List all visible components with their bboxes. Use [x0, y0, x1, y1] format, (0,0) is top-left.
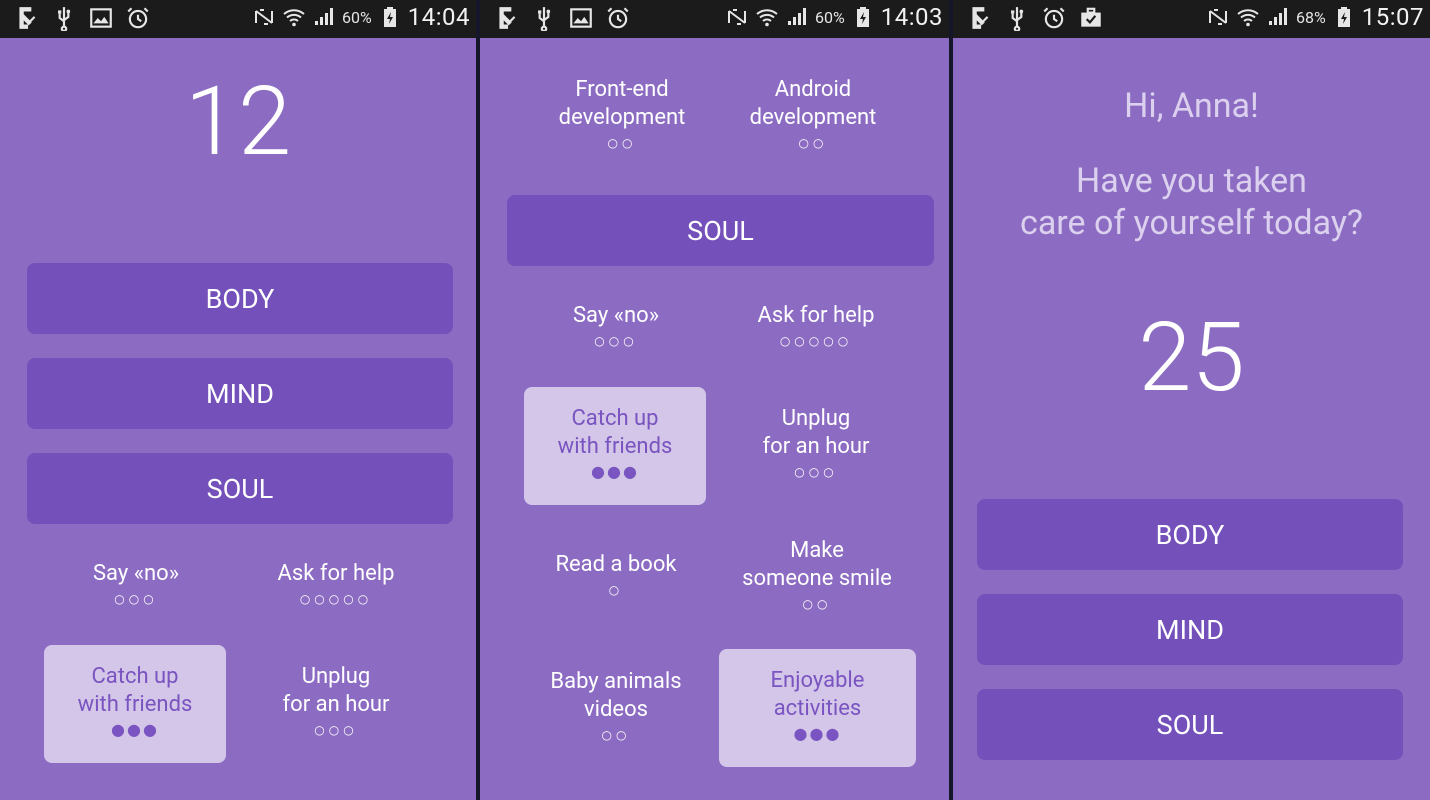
task-rating-dots: ●●● [111, 720, 159, 739]
task-label: Make someone smile [742, 538, 892, 591]
task-say-no[interactable]: Say «no» ○○○ [516, 302, 716, 350]
clock: 14:04 [407, 3, 470, 31]
task-ask-for-help[interactable]: Ask for help ○○○○○ [716, 302, 916, 350]
usb-icon [531, 5, 557, 31]
soul-button[interactable]: SOUL [507, 195, 934, 266]
soul-button[interactable]: SOUL [977, 689, 1403, 760]
task-label: Say «no» [572, 303, 660, 328]
usb-icon [1004, 5, 1030, 31]
greeting: Hi, Anna! [1124, 86, 1259, 126]
wifi-icon [755, 4, 779, 30]
task-label: Ask for help [757, 303, 875, 328]
battery-charging-icon [378, 4, 402, 30]
task-rating-dots: ○○○ [314, 723, 358, 737]
task-label: Baby animals videos [550, 669, 682, 722]
task-label: Android development [749, 77, 877, 130]
download-done-icon [14, 5, 40, 31]
alarm-icon [125, 5, 151, 31]
task-rating-dots: ○○ [601, 728, 631, 742]
task-rating-dots: ○○ [802, 597, 832, 611]
task-rating-dots: ○ [608, 583, 624, 597]
task-label: Say «no» [92, 561, 180, 586]
status-bar: 60% 14:04 [0, 0, 476, 38]
battery-charging-icon [851, 4, 875, 30]
task-rating-dots: ○○ [798, 136, 828, 150]
battery-charging-icon [1332, 4, 1356, 30]
body-button[interactable]: BODY [27, 263, 453, 334]
screen-3: 68% 15:07 Hi, Anna! Have you taken care … [953, 0, 1430, 800]
question-line-1: Have you taken [1076, 161, 1307, 201]
task-front-end-development[interactable]: Front-end development ○○ [522, 76, 722, 152]
briefcase-icon [1078, 5, 1104, 31]
task-label: Enjoyable activities [770, 668, 865, 721]
usb-icon [51, 5, 77, 31]
task-label: Ask for help [277, 561, 395, 586]
task-label: Unplug for an hour [762, 406, 870, 459]
signal-icon [312, 4, 336, 30]
alarm-icon [1041, 5, 1067, 31]
task-rating-dots: ○○○○○ [779, 334, 853, 348]
nfc-icon [725, 4, 749, 30]
score-counter: 12 [184, 66, 292, 178]
soul-button[interactable]: SOUL [27, 453, 453, 524]
question-line-2: care of yourself today? [1020, 203, 1363, 243]
task-rating-dots: ○○○ [794, 465, 838, 479]
task-rating-dots: ○○○ [594, 334, 638, 348]
mind-button[interactable]: MIND [27, 358, 453, 429]
nfc-icon [252, 4, 276, 30]
status-bar: 68% 15:07 [953, 0, 1430, 38]
screen-1: 60% 14:04 12 BODY MIND SOUL Say «no» ○○○… [0, 0, 476, 800]
clock: 15:07 [1361, 3, 1424, 31]
status-bar: 60% 14:03 [480, 0, 949, 38]
task-rating-dots: ○○○ [114, 592, 158, 606]
task-label: Catch up with friends [557, 406, 673, 459]
task-enjoyable-activities[interactable]: Enjoyable activities ●●● [719, 649, 916, 767]
clock: 14:03 [880, 3, 943, 31]
wifi-icon [1236, 4, 1260, 30]
image-icon [568, 5, 594, 31]
task-baby-animals-videos[interactable]: Baby animals videos ○○ [516, 668, 716, 744]
task-say-no[interactable]: Say «no» ○○○ [36, 560, 236, 608]
battery-percent: 68% [1296, 7, 1326, 27]
task-rating-dots: ○○○○○ [299, 592, 373, 606]
image-icon [88, 5, 114, 31]
signal-icon [785, 4, 809, 30]
nfc-icon [1206, 4, 1230, 30]
task-rating-dots: ●●● [793, 724, 842, 743]
task-label: Read a book [555, 552, 677, 577]
task-label: Unplug for an hour [282, 664, 390, 717]
task-ask-for-help[interactable]: Ask for help ○○○○○ [236, 560, 436, 608]
battery-percent: 60% [342, 7, 372, 27]
task-catch-up-with-friends[interactable]: Catch up with friends ●●● [44, 645, 226, 763]
task-unplug-for-an-hour[interactable]: Unplug for an hour ○○○ [716, 405, 916, 481]
task-make-someone-smile[interactable]: Make someone smile ○○ [702, 537, 932, 613]
alarm-icon [605, 5, 631, 31]
task-read-a-book[interactable]: Read a book ○ [516, 551, 716, 599]
download-done-icon [967, 5, 993, 31]
screen-2: 60% 14:03 Front-end development ○○ Andro… [480, 0, 949, 800]
task-rating-dots: ○○ [607, 136, 637, 150]
task-label: Catch up with friends [77, 664, 193, 717]
task-label: Front-end development [558, 77, 686, 130]
task-android-development[interactable]: Android development ○○ [713, 76, 913, 152]
question-text: Have you taken care of yourself today? [953, 160, 1430, 244]
body-button[interactable]: BODY [977, 499, 1403, 570]
task-catch-up-with-friends[interactable]: Catch up with friends ●●● [524, 387, 706, 505]
download-done-icon [494, 5, 520, 31]
signal-icon [1266, 4, 1290, 30]
task-unplug-for-an-hour[interactable]: Unplug for an hour ○○○ [236, 663, 436, 739]
task-rating-dots: ●●● [591, 462, 639, 481]
score-counter: 25 [1138, 302, 1245, 414]
mind-button[interactable]: MIND [977, 594, 1403, 665]
battery-percent: 60% [815, 7, 845, 27]
wifi-icon [282, 4, 306, 30]
